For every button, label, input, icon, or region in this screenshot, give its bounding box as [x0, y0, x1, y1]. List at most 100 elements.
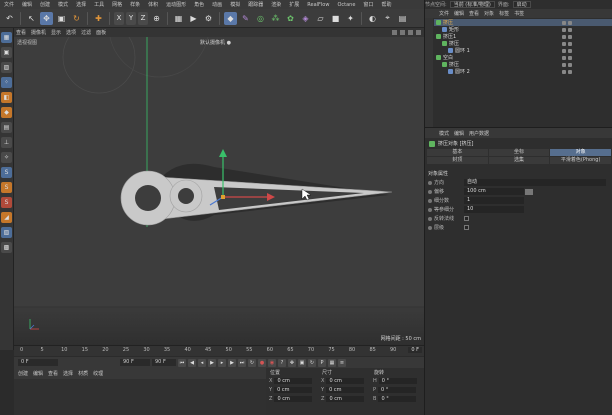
- object-row[interactable]: 挤压1: [434, 33, 612, 40]
- om-menu-tags[interactable]: 标签: [499, 10, 509, 17]
- viewport-menu-view[interactable]: 查看: [16, 29, 26, 36]
- y-axis-icon[interactable]: Y: [126, 11, 136, 25]
- object-row[interactable]: 挤压: [434, 19, 612, 26]
- attribute-tab[interactable]: 平滑着色(Phong): [550, 157, 611, 164]
- om-menu-bookmarks[interactable]: 书签: [514, 10, 524, 17]
- object-visibility-dots[interactable]: [562, 48, 572, 53]
- scale-icon[interactable]: ▣: [55, 12, 68, 25]
- uv-mode-icon[interactable]: ▤: [1, 122, 12, 133]
- z-axis-icon[interactable]: Z: [138, 11, 148, 25]
- attribute-value-field[interactable]: 1: [464, 197, 524, 204]
- viewport[interactable]: 透视视图 默认摄像机 ● 网格间距 : 50 cm: [14, 37, 424, 345]
- autokey-icon[interactable]: ◉: [268, 358, 276, 367]
- cube-icon[interactable]: ◆: [224, 11, 237, 25]
- render-region-icon[interactable]: ▦: [172, 12, 185, 25]
- menu-realflow[interactable]: RealFlow: [303, 2, 333, 8]
- snap-toggle-icon[interactable]: S: [1, 167, 12, 178]
- play-icon[interactable]: ▶: [208, 358, 216, 367]
- workplane-icon[interactable]: ▤: [396, 12, 409, 25]
- menu-tracker[interactable]: 跟踪器: [244, 1, 267, 8]
- keyframe-selection-icon[interactable]: ?: [278, 358, 286, 367]
- material-menu-material[interactable]: 材质: [78, 370, 88, 377]
- subdivision-icon[interactable]: ◎: [254, 12, 267, 25]
- menu-create[interactable]: 创建: [36, 1, 54, 8]
- rotate-icon[interactable]: ↻: [70, 12, 83, 25]
- menu-animate[interactable]: 动画: [208, 1, 226, 8]
- record-icon[interactable]: ●: [258, 358, 266, 367]
- prev-key-icon[interactable]: ◀: [188, 358, 196, 367]
- go-start-icon[interactable]: ⏮: [178, 358, 186, 367]
- array-icon[interactable]: ⁂: [269, 12, 282, 25]
- menu-volume[interactable]: 体积: [144, 1, 162, 8]
- snap-icon[interactable]: ⌖: [381, 12, 394, 25]
- object-visibility-dots[interactable]: [562, 20, 572, 25]
- viewport-menu-filter[interactable]: 过滤: [81, 29, 91, 36]
- attribute-value-field[interactable]: 自动: [464, 179, 606, 186]
- material-menu-view[interactable]: 查看: [48, 370, 58, 377]
- add-icon[interactable]: ✚: [92, 12, 105, 25]
- object-row[interactable]: 挤压: [434, 61, 612, 68]
- object-row[interactable]: 矩形: [434, 26, 612, 33]
- menu-select[interactable]: 选择: [72, 1, 90, 8]
- preview-end-field[interactable]: 90 F: [120, 359, 150, 366]
- next-frame-icon[interactable]: ▸: [218, 358, 226, 367]
- render-view-icon[interactable]: ▶: [187, 12, 200, 25]
- zoom-view-icon[interactable]: [400, 30, 405, 35]
- am-menu-userdata[interactable]: 用户数据: [469, 130, 489, 137]
- rot-b-field[interactable]: 0 °: [378, 395, 417, 402]
- attribute-value-field[interactable]: 100 cm: [464, 188, 524, 195]
- menu-help[interactable]: 帮助: [377, 1, 395, 8]
- attribute-value-field[interactable]: 10: [464, 206, 524, 213]
- tweak-mode-icon[interactable]: ✧: [1, 152, 12, 163]
- animate-dot-icon[interactable]: [428, 180, 432, 185]
- render-settings-icon[interactable]: ⚙: [202, 12, 215, 25]
- om-menu-view[interactable]: 查看: [469, 10, 479, 17]
- attribute-checkbox[interactable]: [464, 216, 469, 221]
- menu-mesh[interactable]: 网格: [108, 1, 126, 8]
- snap-settings-icon[interactable]: S: [1, 182, 12, 193]
- pos-z-field[interactable]: 0 cm: [274, 395, 313, 402]
- material-menu-edit[interactable]: 编辑: [33, 370, 43, 377]
- object-visibility-dots[interactable]: [562, 69, 572, 74]
- viewport-camera-label[interactable]: 默认摄像机 ●: [200, 39, 231, 46]
- timeline-ruler[interactable]: 0 5 10 15 20 25 30 35 40 45 50 55 60 65 70 75 80 85 90 0 F: [14, 345, 424, 356]
- object-visibility-dots[interactable]: [562, 41, 572, 46]
- floor-icon[interactable]: ▱: [314, 12, 327, 25]
- size-y-field[interactable]: 0 cm: [326, 386, 365, 393]
- am-menu-edit[interactable]: 编辑: [454, 130, 464, 137]
- edit-render-icon[interactable]: ◐: [366, 12, 379, 25]
- lock-workplane-icon[interactable]: ◢: [1, 212, 12, 223]
- object-row[interactable]: 空白: [434, 54, 612, 61]
- menu-window[interactable]: 窗口: [359, 1, 377, 8]
- attribute-tab[interactable]: 坐标: [488, 149, 550, 156]
- viewport-menu-options[interactable]: 选项: [66, 29, 76, 36]
- viewport-menu-cameras[interactable]: 摄像机: [31, 29, 46, 36]
- object-visibility-dots[interactable]: [562, 34, 572, 39]
- rot-h-field[interactable]: 0 °: [378, 377, 417, 384]
- menu-file[interactable]: 文件: [0, 1, 18, 8]
- move-icon[interactable]: ✥: [40, 11, 53, 25]
- menu-simulate[interactable]: 模拟: [226, 1, 244, 8]
- solo-icon[interactable]: S: [1, 197, 12, 208]
- om-menu-file[interactable]: 文件: [439, 10, 449, 17]
- menu-render[interactable]: 渲染: [267, 1, 285, 8]
- polygons-mode-icon[interactable]: ◆: [1, 107, 12, 118]
- menu-tools[interactable]: 工具: [90, 1, 108, 8]
- live-select-icon[interactable]: ↖: [25, 12, 38, 25]
- end-frame-field[interactable]: 90 F: [152, 359, 176, 366]
- material-menu-select[interactable]: 选择: [63, 370, 73, 377]
- value-slider[interactable]: [525, 188, 533, 195]
- undo-icon[interactable]: ↶: [3, 12, 16, 25]
- animate-dot-icon[interactable]: [428, 216, 432, 221]
- camera-icon[interactable]: ■: [329, 12, 342, 25]
- light-icon[interactable]: ✦: [344, 12, 357, 25]
- material-menu-create[interactable]: 创建: [18, 370, 28, 377]
- object-row[interactable]: 挤压: [434, 40, 612, 47]
- move-view-icon[interactable]: [392, 30, 397, 35]
- coordinate-icon[interactable]: ⊕: [150, 12, 163, 25]
- viewport-menu-display[interactable]: 显示: [51, 29, 61, 36]
- om-menu-edit[interactable]: 编辑: [454, 10, 464, 17]
- prev-frame-icon[interactable]: ◂: [198, 358, 206, 367]
- edges-mode-icon[interactable]: ◧: [1, 92, 12, 103]
- animate-dot-icon[interactable]: [428, 189, 432, 194]
